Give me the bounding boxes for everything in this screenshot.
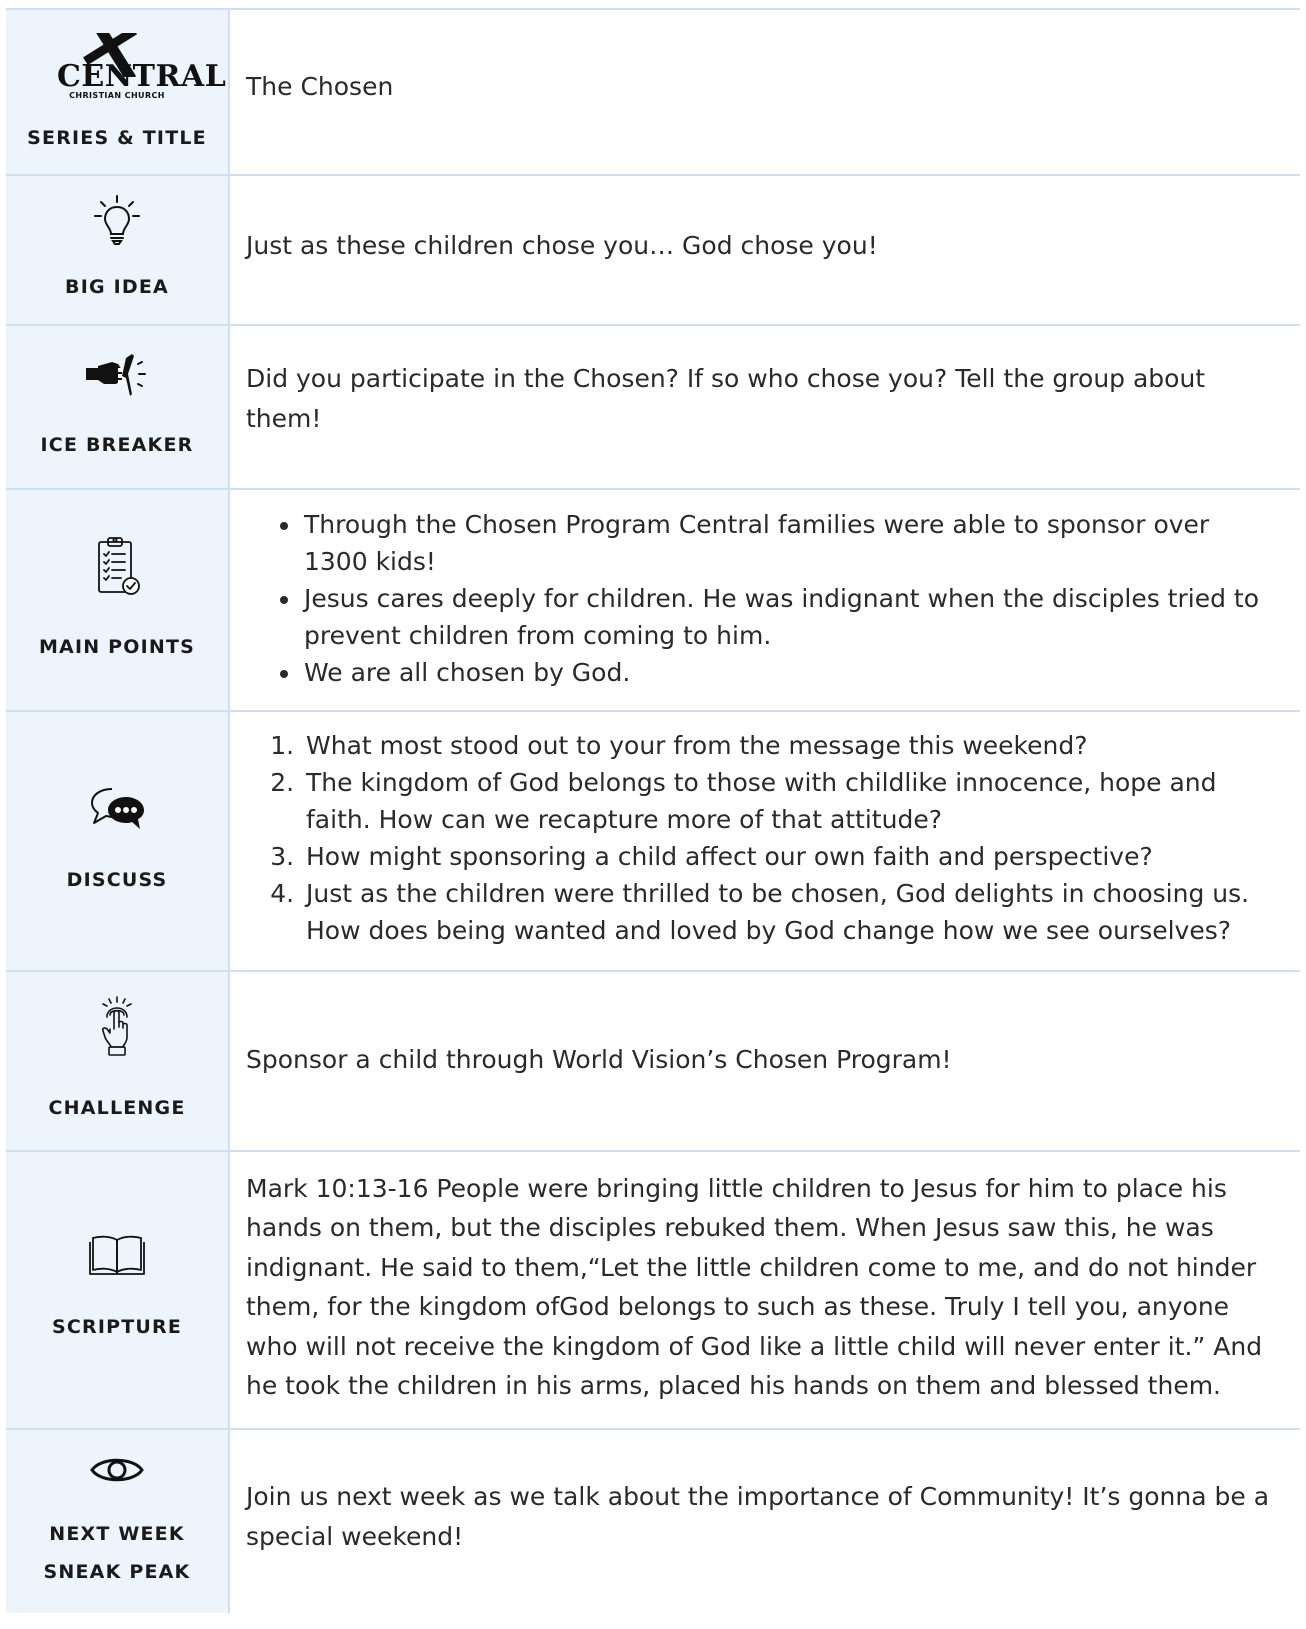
list-item: Just as the children were thrilled to be… xyxy=(302,875,1276,949)
ice-breaker-content: Did you participate in the Chosen? If so… xyxy=(230,326,1300,488)
row-scripture: SCRIPTURE Mark 10:13-16 People were brin… xyxy=(6,1150,1300,1428)
row-ice-breaker: ICE BREAKER Did you participate in the C… xyxy=(6,324,1300,488)
series-title-text: The Chosen xyxy=(246,72,394,101)
clipboard-checklist-icon xyxy=(98,537,140,595)
list-item: The kingdom of God belongs to those with… xyxy=(302,764,1276,838)
pointing-hand-icon xyxy=(102,996,132,1056)
section-label: CHALLENGE xyxy=(48,1097,186,1119)
challenge-text: Sponsor a child through World Vision’s C… xyxy=(246,1045,952,1074)
section-label-line2: SNEAK PEAK xyxy=(43,1560,191,1583)
discuss-list: What most stood out to your from the mes… xyxy=(246,727,1276,949)
series-title-content: The Chosen xyxy=(230,10,1300,174)
list-item: We are all chosen by God. xyxy=(302,654,1276,691)
scripture-text: Mark 10:13-16 People were bringing littl… xyxy=(246,1173,1263,1401)
section-label: BIG IDEA xyxy=(65,276,169,298)
ice-breaker-text: Did you participate in the Chosen? If so… xyxy=(246,364,1206,433)
row-big-idea: BIG IDEA Just as these children chose yo… xyxy=(6,174,1300,324)
section-label: DISCUSS xyxy=(66,869,168,891)
list-item: What most stood out to your from the mes… xyxy=(302,727,1276,764)
logo-wordmark: CENTRAL xyxy=(57,59,227,94)
list-item: Through the Chosen Program Central famil… xyxy=(302,506,1276,580)
section-label: SERIES & TITLE xyxy=(27,127,207,149)
ice-breaker-cell: ICE BREAKER xyxy=(6,326,230,488)
row-main-points: MAIN POINTS Through the Chosen Program C… xyxy=(6,488,1300,710)
main-points-content: Through the Chosen Program Central famil… xyxy=(230,490,1300,710)
scripture-content: Mark 10:13-16 People were bringing littl… xyxy=(230,1152,1300,1428)
next-week-text: Join us next week as we talk about the i… xyxy=(246,1481,1270,1551)
section-label-line1: NEXT WEEK xyxy=(49,1522,185,1545)
list-item: How might sponsoring a child affect our … xyxy=(302,838,1276,875)
main-points-cell: MAIN POINTS xyxy=(6,490,230,710)
church-logo: CENTRAL CHRISTIAN CHURCH xyxy=(57,33,227,103)
row-discuss: DISCUSS What most stood out to your from… xyxy=(6,710,1300,970)
challenge-content: Sponsor a child through World Vision’s C… xyxy=(230,972,1300,1150)
discuss-cell: DISCUSS xyxy=(6,712,230,970)
open-book-icon xyxy=(89,1235,145,1275)
main-points-list: Through the Chosen Program Central famil… xyxy=(246,506,1276,691)
next-week-cell: NEXT WEEK SNEAK PEAK xyxy=(6,1430,230,1613)
big-idea-content: Just as these children chose you… God ch… xyxy=(230,176,1300,324)
sermon-guide-table: CENTRAL CHRISTIAN CHURCH SERIES & TITLE … xyxy=(6,8,1300,1613)
big-idea-text: Just as these children chose you… God ch… xyxy=(246,231,878,260)
section-label: MAIN POINTS xyxy=(38,636,196,658)
big-idea-cell: BIG IDEA xyxy=(6,176,230,324)
section-label: ICE BREAKER xyxy=(40,434,194,456)
row-series-title: CENTRAL CHRISTIAN CHURCH SERIES & TITLE … xyxy=(6,8,1300,174)
fist-bump-icon xyxy=(86,354,146,396)
series-title-cell: CENTRAL CHRISTIAN CHURCH SERIES & TITLE xyxy=(6,10,230,174)
next-week-content: Join us next week as we talk about the i… xyxy=(230,1430,1300,1613)
discuss-content: What most stood out to your from the mes… xyxy=(230,712,1300,970)
challenge-cell: CHALLENGE xyxy=(6,972,230,1150)
eye-icon xyxy=(90,1458,144,1481)
section-label: SCRIPTURE xyxy=(51,1316,183,1338)
row-next-week: NEXT WEEK SNEAK PEAK Join us next week a… xyxy=(6,1428,1300,1613)
list-item: Jesus cares deeply for children. He was … xyxy=(302,580,1276,654)
logo-subtitle: CHRISTIAN CHURCH xyxy=(69,91,165,100)
scripture-cell: SCRIPTURE xyxy=(6,1152,230,1428)
chat-bubbles-icon xyxy=(91,788,144,829)
row-challenge: CHALLENGE Sponsor a child through World … xyxy=(6,970,1300,1150)
lightbulb-icon xyxy=(94,195,140,245)
